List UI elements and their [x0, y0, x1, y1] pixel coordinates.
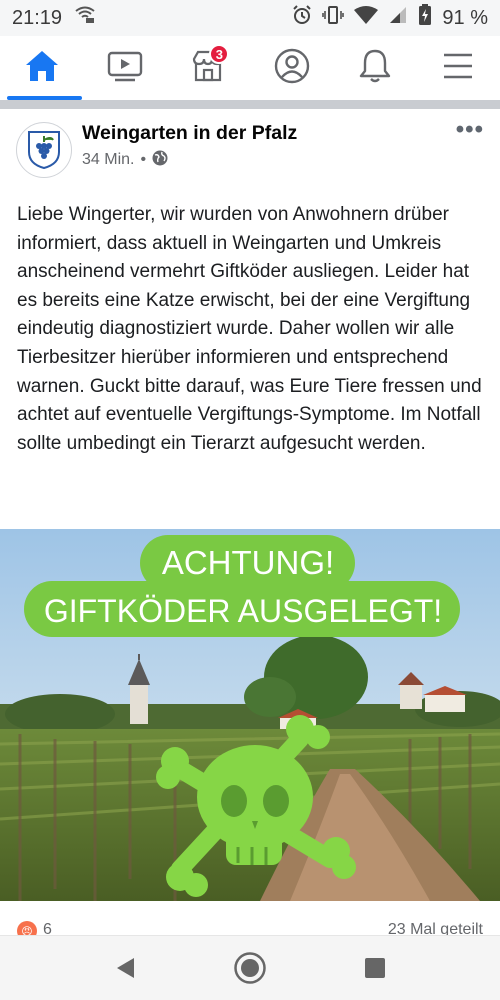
tab-notifications[interactable]: [340, 36, 410, 100]
vibrate-icon: [322, 5, 345, 31]
alarm-icon: [292, 5, 312, 31]
globe-icon: [152, 150, 168, 171]
image-headline-1: ACHTUNG!: [162, 544, 334, 581]
more-options-button[interactable]: •••: [456, 118, 484, 142]
post-header: Weingarten in der Pfalz 34 Min. • •••: [0, 109, 500, 191]
wifi-call-icon: [74, 5, 96, 31]
meta-separator: •: [140, 151, 147, 168]
battery-percent: 91 %: [442, 6, 488, 29]
wifi-icon: [354, 5, 379, 31]
status-bar: 21:19 91 %: [0, 0, 500, 36]
warning-image: ACHTUNG! GIFTKÖDER AUSGELEGT!: [0, 529, 500, 901]
battery-icon: [418, 4, 432, 32]
top-nav-bar: 3: [0, 36, 500, 100]
page-avatar[interactable]: [16, 122, 72, 178]
feed-divider: [0, 100, 500, 109]
menu-icon: [442, 52, 474, 85]
post-subline: 34 Min. •: [82, 150, 297, 171]
tab-marketplace[interactable]: 3: [173, 36, 243, 100]
post-image[interactable]: ACHTUNG! GIFTKÖDER AUSGELEGT!: [0, 529, 500, 901]
post-time[interactable]: 34 Min.: [82, 151, 134, 169]
home-circle-icon: [234, 952, 266, 984]
marketplace-badge: 3: [209, 44, 230, 64]
home-icon: [24, 49, 60, 88]
reactions-row[interactable]: 😠 6 23 Mal geteilt: [0, 915, 500, 935]
post-text: Liebe Wingerter, wir wurden von Anwohner…: [17, 204, 482, 454]
home-button[interactable]: [188, 936, 313, 1000]
bell-icon: [358, 48, 392, 89]
tab-profile[interactable]: [257, 36, 327, 100]
back-icon: [117, 958, 134, 978]
recents-button[interactable]: [313, 936, 438, 1000]
coat-of-arms-icon: [28, 131, 60, 170]
recents-icon: [365, 958, 385, 978]
image-headline-2: GIFTKÖDER AUSGELEGT!: [44, 593, 442, 629]
post-meta: Weingarten in der Pfalz 34 Min. •: [82, 122, 297, 171]
tab-menu[interactable]: [423, 36, 493, 100]
system-nav-bar: [0, 935, 500, 1000]
profile-icon: [274, 48, 310, 89]
reaction-count[interactable]: 6: [43, 921, 52, 935]
status-time: 21:19: [12, 6, 63, 29]
share-count[interactable]: 23 Mal geteilt: [388, 921, 483, 935]
page-name[interactable]: Weingarten in der Pfalz: [82, 122, 297, 145]
tab-watch[interactable]: [90, 36, 160, 100]
angry-reaction-icon: 😠: [17, 921, 37, 935]
video-icon: [107, 50, 143, 87]
back-button[interactable]: [63, 936, 188, 1000]
signal-icon: [388, 5, 408, 31]
tab-home[interactable]: [6, 36, 82, 100]
